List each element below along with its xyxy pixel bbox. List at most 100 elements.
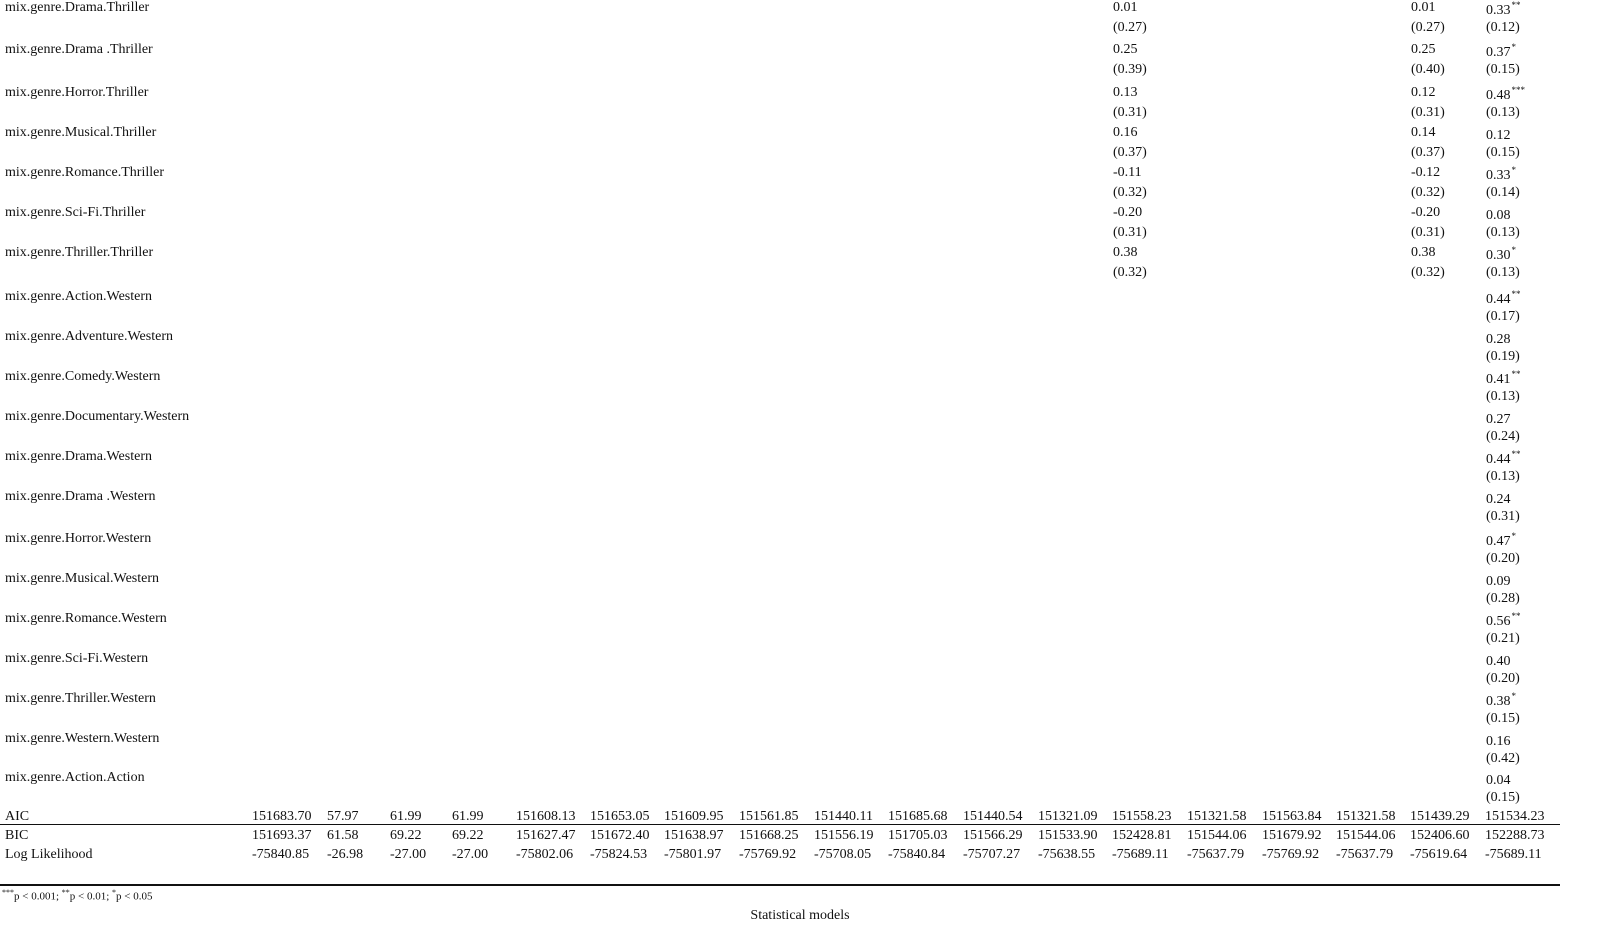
stat-value: -27.00 [452,847,489,862]
coefficient-cell-text: 0.25 [1113,42,1138,57]
significance-stars: * [1511,165,1517,175]
stat-value: -75708.05 [814,847,872,862]
stat-value: -75689.11 [1485,847,1542,862]
stat-value: 151544.06 [1336,828,1396,843]
std-error-cell-text: (0.40) [1411,62,1445,77]
stat-value: 57.97 [327,809,359,824]
coefficient-cell-text: 0.08 [1486,208,1511,223]
stat-value: 151321.58 [1336,809,1396,824]
row-label: mix.genre.Drama .Western [5,489,155,505]
coefficient-cell: 0.25 [1411,42,1436,58]
std-error-cell: (0.31) [1113,105,1147,121]
stat-label: Log Likelihood [5,847,93,862]
coefficient-cell: 0.44** [1486,449,1521,468]
coefficient-cell: 0.47* [1486,531,1516,550]
stat-value: 151533.90 [1038,828,1098,843]
coefficient-cell: -0.20 [1113,205,1142,221]
stat-value: -26.98 [327,847,364,862]
stat-value: -75802.06 [516,847,574,862]
stat-value: 151638.97 [664,828,724,843]
std-error-cell: (0.13) [1486,225,1520,241]
stat-value: -75769.92 [1262,847,1320,862]
std-error-cell-text: (0.12) [1486,20,1520,35]
row-label-text: mix.genre.Horror.Western [5,531,152,546]
stat-value: 151544.06 [1187,828,1247,843]
stat-value: 151683.70 [252,809,312,824]
coefficient-cell: 0.38* [1486,691,1516,710]
coefficient-cell-text: 0.44 [1486,292,1511,307]
std-error-cell-text: (0.24) [1486,429,1520,444]
std-error-cell-text: (0.32) [1113,265,1147,280]
std-error-cell-text: (0.42) [1486,751,1520,766]
std-error-cell-text: (0.13) [1486,389,1520,404]
stat-value: 151653.05 [590,809,650,824]
coefficient-cell-text: -0.11 [1113,165,1142,180]
stat-value: -75824.53 [590,847,648,862]
coefficient-cell-text: -0.12 [1411,165,1441,180]
row-label-text: mix.genre.Action.Western [5,289,152,304]
row-label: mix.genre.Horror.Thriller [5,85,148,101]
row-label: mix.genre.Drama.Western [5,449,152,465]
std-error-cell-text: (0.31) [1113,105,1147,120]
std-error-cell-text: (0.20) [1486,551,1520,566]
coefficient-cell: 0.01 [1411,0,1436,16]
std-error-cell: (0.15) [1486,145,1520,161]
coefficient-cell: 0.27 [1486,409,1512,428]
coefficient-cell: -0.11 [1113,165,1142,181]
coefficient-cell: 0.08 [1486,205,1512,224]
table-rule-bottom [0,884,1560,886]
std-error-cell-text: (0.15) [1486,62,1520,77]
coefficient-cell: 0.48*** [1486,85,1525,104]
stat-value: 61.99 [390,809,422,824]
row-label: mix.genre.Romance.Thriller [5,165,164,181]
std-error-cell: (0.40) [1411,62,1445,78]
coefficient-cell-text: 0.25 [1411,42,1436,57]
coefficient-cell-text: 0.01 [1113,0,1138,15]
table-caption: Statistical models [750,908,850,923]
std-error-cell: (0.32) [1411,265,1445,281]
coefficient-cell-text: 0.47 [1486,534,1511,549]
stat-value: 151693.37 [252,828,312,843]
std-error-cell: (0.15) [1486,790,1520,806]
coefficient-cell: 0.40 [1486,651,1512,670]
std-error-cell: (0.28) [1486,591,1520,607]
row-label-text: mix.genre.Western.Western [5,731,160,746]
row-label-text: mix.genre.Horror.Thriller [5,85,149,100]
coefficient-cell: 0.12 [1486,125,1512,144]
row-label-text: mix.genre.Comedy.Western [5,369,161,384]
row-label: mix.genre.Action.Western [5,289,152,305]
std-error-cell: (0.27) [1411,20,1445,36]
row-label: mix.genre.Thriller.Western [5,691,156,707]
std-error-cell: (0.15) [1486,62,1520,78]
coefficient-cell: 0.38 [1113,245,1138,261]
significance-stars: ** [1511,611,1521,621]
std-error-cell: (0.12) [1486,20,1520,36]
stat-value: -75707.27 [963,847,1021,862]
stat-label: AIC [5,809,30,824]
coefficient-cell-text: 0.56 [1486,614,1511,629]
std-error-cell-text: (0.37) [1411,145,1445,160]
row-label: mix.genre.Adventure.Western [5,329,173,345]
std-error-cell-text: (0.21) [1486,631,1520,646]
coefficient-cell-text: 0.33 [1486,168,1511,183]
stat-value: 151556.19 [814,828,874,843]
row-label: mix.genre.Sci-Fi.Western [5,651,148,667]
std-error-cell: (0.37) [1113,145,1147,161]
stat-value: 151563.84 [1262,809,1322,824]
coefficient-cell: 0.30* [1486,245,1516,264]
std-error-cell: (0.24) [1486,429,1520,445]
row-label-text: mix.genre.Musical.Thriller [5,125,157,140]
coefficient-cell: 0.44** [1486,289,1521,308]
coefficient-cell: 0.33** [1486,0,1521,19]
stat-value: -75840.85 [252,847,310,862]
stat-label: BIC [5,828,29,843]
significance-stars: *** [1511,85,1526,95]
std-error-cell: (0.27) [1113,20,1147,36]
std-error-cell-text: (0.15) [1486,145,1520,160]
std-error-cell: (0.21) [1486,631,1520,647]
row-label: mix.genre.Drama .Thriller [5,42,153,58]
std-error-cell: (0.31) [1411,225,1445,241]
row-label: mix.genre.Documentary.Western [5,409,189,425]
coefficient-cell: 0.14 [1411,125,1436,141]
std-error-cell: (0.13) [1486,469,1520,485]
